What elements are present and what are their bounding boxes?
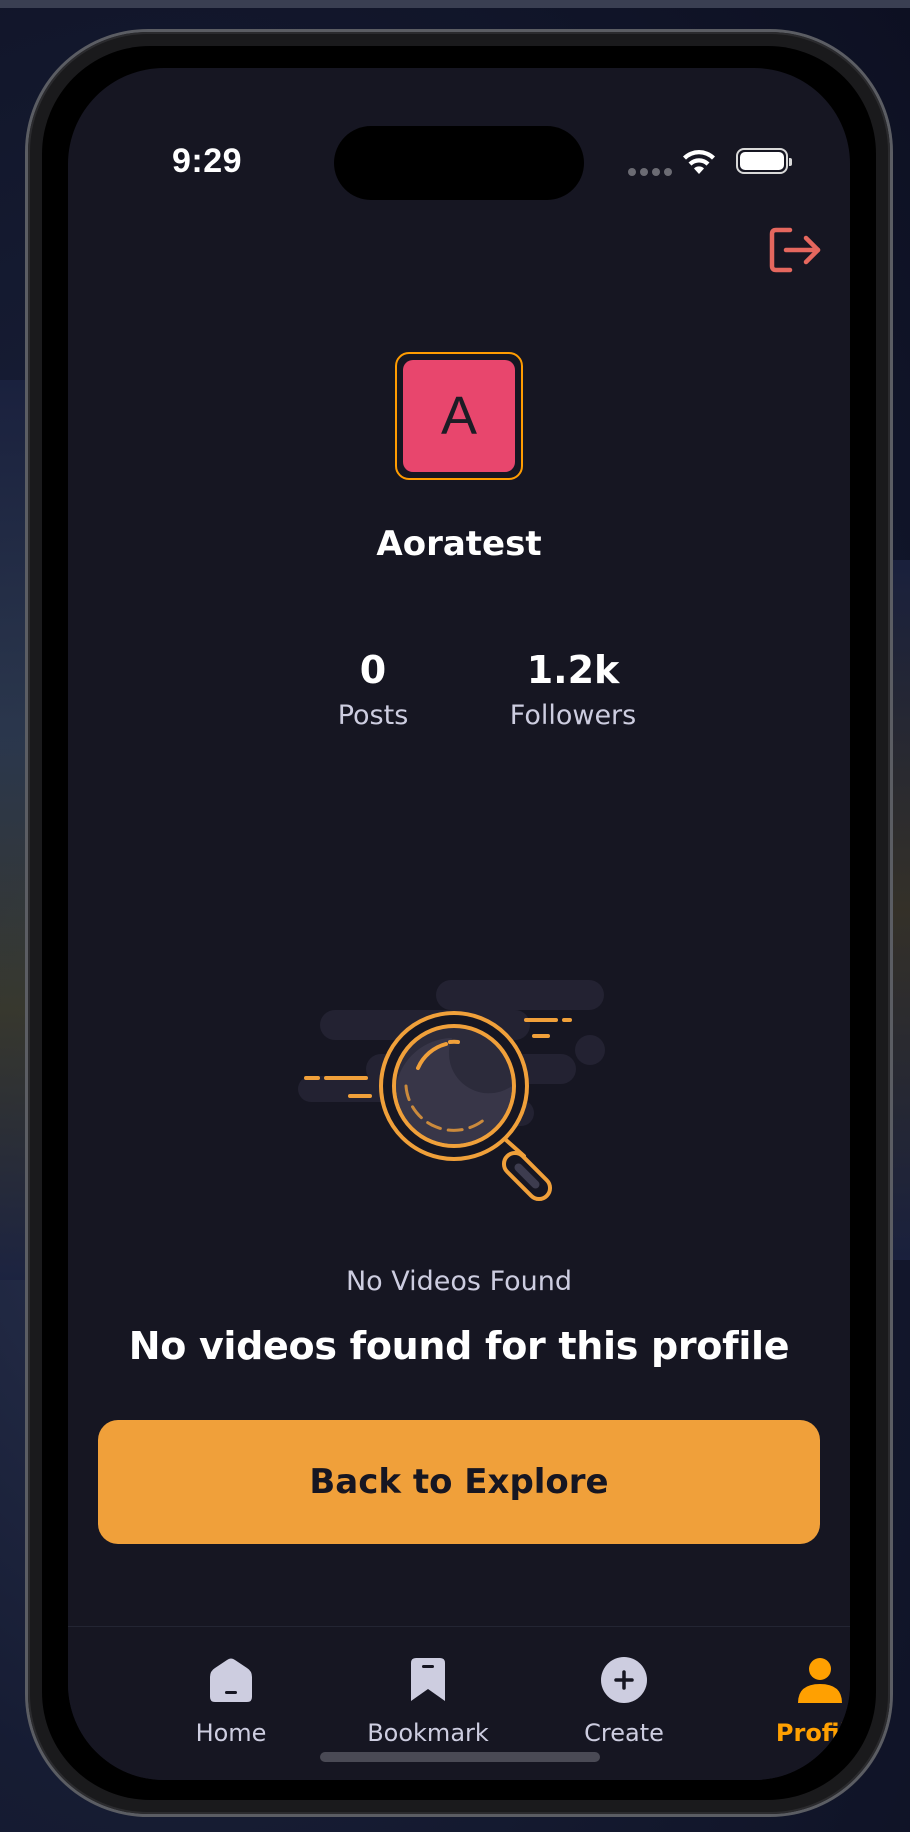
home-icon xyxy=(210,1658,252,1702)
back-to-explore-button[interactable]: Back to Explore xyxy=(98,1420,820,1544)
bookmark-icon xyxy=(411,1658,445,1701)
empty-state-subtitle: No videos found for this profile xyxy=(128,1324,790,1368)
stat-posts-value: 0 xyxy=(359,648,387,692)
logout-icon xyxy=(769,227,821,273)
tab-create[interactable]: Create xyxy=(539,1655,709,1747)
dynamic-island xyxy=(334,126,584,200)
status-bar: 9:29 xyxy=(68,68,850,200)
stat-followers-label: Followers xyxy=(509,700,637,731)
stat-followers-value: 1.2k xyxy=(526,648,620,692)
profile-username: Aoratest xyxy=(376,524,542,564)
tab-home-label: Home xyxy=(195,1719,267,1747)
tab-bookmark-label: Bookmark xyxy=(367,1719,489,1747)
logout-button[interactable] xyxy=(768,224,824,276)
tab-profile[interactable]: Profile xyxy=(735,1655,850,1747)
plus-icon xyxy=(601,1657,647,1703)
magnifier-search-icon xyxy=(298,980,605,1202)
simulator-top-bar xyxy=(0,0,910,8)
tab-home[interactable]: Home xyxy=(146,1655,316,1747)
empty-state-title: No Videos Found xyxy=(345,1266,573,1297)
cellular-signal-icon xyxy=(628,168,672,176)
tab-profile-label: Profile xyxy=(775,1719,850,1747)
status-time: 9:29 xyxy=(172,142,243,180)
tab-bookmark[interactable]: Bookmark xyxy=(343,1655,513,1747)
avatar: A xyxy=(403,360,515,472)
tab-create-label: Create xyxy=(584,1719,664,1747)
wifi-icon xyxy=(683,150,715,174)
avatar-frame: A xyxy=(395,352,523,480)
battery-icon xyxy=(736,148,792,174)
stat-followers: 1.2k Followers xyxy=(468,648,678,731)
stat-posts-label: Posts xyxy=(337,700,409,731)
profile-icon xyxy=(798,1658,842,1703)
phone-frame: 9:29 A Aoratest 0 Posts 1.2k Followers N… xyxy=(28,32,890,1814)
stat-posts: 0 Posts xyxy=(308,648,438,731)
home-indicator xyxy=(320,1752,600,1762)
app-screen: 9:29 A Aoratest 0 Posts 1.2k Followers N… xyxy=(68,68,850,1780)
